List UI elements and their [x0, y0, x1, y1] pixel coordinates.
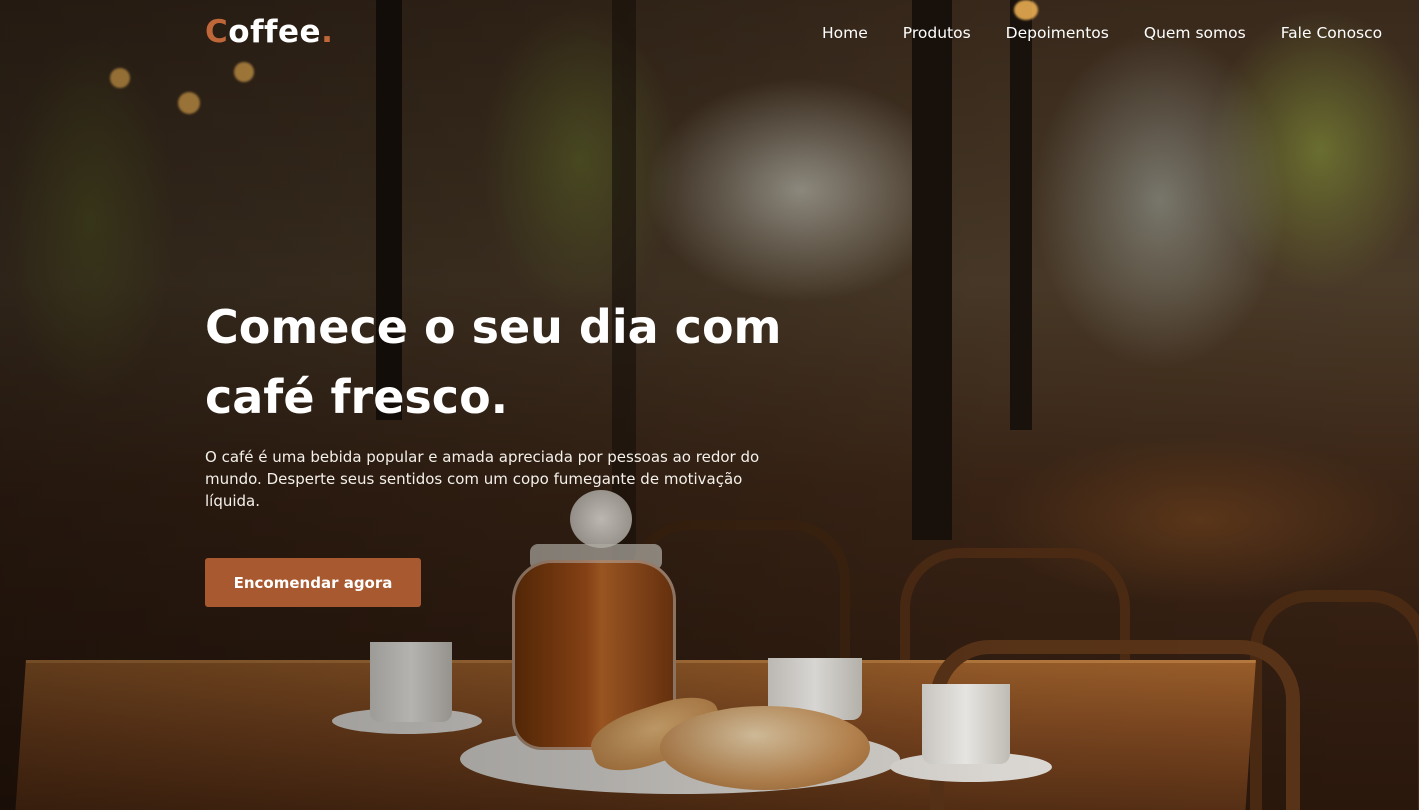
logo-dot: .	[321, 14, 334, 50]
nav-link-produtos[interactable]: Produtos	[903, 24, 971, 42]
nav-link-quem-somos[interactable]: Quem somos	[1144, 24, 1246, 42]
hero-title-line2: café fresco.	[205, 370, 509, 424]
main-nav: Home Produtos Depoimentos Quem somos Fal…	[822, 24, 1417, 42]
logo[interactable]: Coffee.	[205, 14, 333, 50]
nav-link-home[interactable]: Home	[822, 24, 868, 42]
hero-title-line1: Comece o seu dia com	[205, 300, 782, 354]
logo-initial: C	[205, 14, 229, 50]
logo-text: offee	[228, 14, 322, 50]
order-now-button[interactable]: Encomendar agora	[205, 558, 421, 607]
nav-link-fale-conosco[interactable]: Fale Conosco	[1281, 24, 1382, 42]
hero-description: O café é uma bebida popular e amada apre…	[205, 448, 760, 510]
site-header: Coffee. Home Produtos Depoimentos Quem s…	[0, 0, 1419, 70]
hero-title: Comece o seu dia com café fresco.	[205, 292, 805, 432]
nav-link-depoimentos[interactable]: Depoimentos	[1006, 24, 1109, 42]
